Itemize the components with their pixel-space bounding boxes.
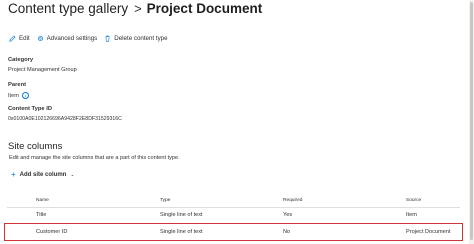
add-site-column-button[interactable]: + Add site column ⌄ [11, 170, 75, 179]
page-title: Project Document [146, 1, 263, 16]
scrollbar-thumb[interactable] [470, 2, 473, 240]
site-columns-description: Edit and manage the site columns that ar… [9, 155, 180, 161]
category-value: Project Management Group [8, 67, 77, 73]
edit-button[interactable]: Edit [9, 35, 30, 42]
parent-value: Item [8, 92, 19, 99]
table-row[interactable]: Title Single line of text Yes Item [0, 208, 469, 222]
content-type-id-value: 0x0100A0E102126696A9428F2E8DF31529316C [8, 116, 122, 122]
advanced-settings-label: Advanced settings [46, 35, 98, 42]
parent-label: Parent [8, 82, 27, 88]
plus-icon: + [11, 170, 16, 179]
site-columns-heading: Site columns [8, 141, 63, 152]
highlight-box [4, 223, 463, 241]
column-header-name[interactable]: Name [36, 198, 49, 203]
content-type-id-label: Content Type ID [8, 106, 53, 112]
row-name[interactable]: Title [36, 212, 46, 218]
breadcrumb: Content type gallery > Project Document [8, 1, 262, 16]
column-header-type[interactable]: Type [160, 198, 170, 203]
column-header-required[interactable]: Required [283, 198, 302, 203]
chevron-right-icon: > [134, 1, 142, 16]
column-header-source[interactable]: Source [406, 198, 421, 203]
chevron-down-icon: ⌄ [70, 171, 75, 178]
advanced-settings-button[interactable]: Advanced settings [37, 35, 98, 42]
row-required: Yes [283, 212, 293, 218]
row-source: Item [406, 212, 417, 218]
parent-value-row: Item i [8, 92, 29, 99]
category-label: Category [8, 57, 34, 63]
command-bar: Edit Advanced settings Delete content ty… [9, 35, 175, 42]
breadcrumb-parent-link[interactable]: Content type gallery [8, 1, 128, 16]
info-icon[interactable]: i [21, 92, 29, 99]
row-type: Single line of text [160, 212, 203, 218]
delete-content-type-button[interactable]: Delete content type [104, 35, 168, 42]
add-site-column-label: Add site column [19, 171, 67, 178]
delete-label: Delete content type [114, 35, 168, 42]
gear-icon [37, 35, 43, 42]
edit-label: Edit [19, 35, 30, 42]
pencil-icon [9, 35, 16, 42]
trash-icon [105, 35, 110, 42]
